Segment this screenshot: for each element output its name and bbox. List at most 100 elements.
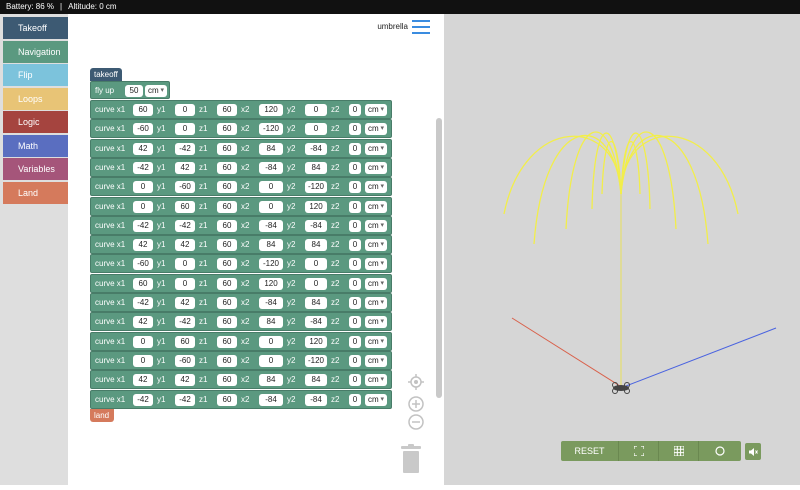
z2-field[interactable]: 0 xyxy=(349,316,361,329)
x2-field[interactable]: -84 xyxy=(259,297,283,309)
unit-dropdown[interactable]: cm xyxy=(365,393,387,406)
z2-field[interactable]: 0 xyxy=(349,239,361,252)
z1-field[interactable]: 60 xyxy=(217,258,237,271)
y2-field[interactable]: -120 xyxy=(305,354,327,367)
y1-field[interactable]: 42 xyxy=(175,374,195,387)
category-navigation[interactable]: Navigation xyxy=(3,40,68,63)
z2-field[interactable]: 0 xyxy=(349,277,361,290)
z2-field[interactable]: 0 xyxy=(349,219,361,232)
category-variables[interactable]: Variables xyxy=(3,158,68,180)
z1-field[interactable]: 60 xyxy=(217,200,237,213)
x1-field[interactable]: 0 xyxy=(133,335,153,348)
x1-field[interactable]: -42 xyxy=(133,219,153,232)
curve-block[interactable]: curve x1 -60 y1 0 z1 60 x2 -120 y2 0 z2 0 cm xyxy=(90,254,392,274)
x2-field[interactable]: -84 xyxy=(259,161,283,174)
curve-block[interactable]: curve x1 60 y1 0 z1 60 x2 120 y2 0 z2 0 cm xyxy=(90,100,392,119)
x2-field[interactable]: 0 xyxy=(259,335,283,348)
zoom-in-icon[interactable] xyxy=(408,396,424,412)
z2-field[interactable]: 0 xyxy=(349,335,361,348)
y2-field[interactable]: 84 xyxy=(305,239,327,252)
y1-field[interactable]: -42 xyxy=(175,142,195,155)
trash-icon[interactable] xyxy=(400,444,422,474)
grid-button[interactable] xyxy=(659,441,699,461)
x1-field[interactable]: -42 xyxy=(133,161,153,174)
z2-field[interactable]: 0 xyxy=(349,354,361,367)
x2-field[interactable]: -84 xyxy=(259,393,283,406)
workspace-scrollbar[interactable] xyxy=(436,118,442,398)
y2-field[interactable]: 0 xyxy=(305,258,327,271)
y1-field[interactable]: 42 xyxy=(175,161,195,174)
x1-field[interactable]: 42 xyxy=(133,374,153,387)
x2-field[interactable]: 84 xyxy=(259,316,283,329)
unit-dropdown[interactable]: cm xyxy=(365,258,387,271)
y1-field[interactable]: 60 xyxy=(175,335,195,348)
unit-dropdown[interactable]: cm xyxy=(365,354,387,367)
z1-field[interactable]: 60 xyxy=(217,393,237,406)
y2-field[interactable]: -84 xyxy=(305,393,327,406)
x2-field[interactable]: -120 xyxy=(259,123,283,136)
category-math[interactable]: Math xyxy=(3,134,68,157)
x2-field[interactable]: 0 xyxy=(259,200,283,213)
y1-field[interactable]: -42 xyxy=(175,316,195,329)
category-land[interactable]: Land xyxy=(3,181,68,204)
x1-field[interactable]: 42 xyxy=(133,239,153,252)
z1-field[interactable]: 60 xyxy=(217,161,237,174)
x1-field[interactable]: 60 xyxy=(133,277,153,290)
fly-up-unit-dropdown[interactable]: cm xyxy=(145,85,167,97)
unit-dropdown[interactable]: cm xyxy=(365,161,387,174)
y1-field[interactable]: 42 xyxy=(175,239,195,252)
y2-field[interactable]: 84 xyxy=(305,374,327,387)
x2-field[interactable]: 84 xyxy=(259,142,283,155)
z1-field[interactable]: 60 xyxy=(217,123,237,136)
y2-field[interactable]: -84 xyxy=(305,142,327,155)
unit-dropdown[interactable]: cm xyxy=(365,335,387,348)
z2-field[interactable]: 0 xyxy=(349,258,361,271)
z2-field[interactable]: 0 xyxy=(349,123,361,136)
x1-field[interactable]: 0 xyxy=(133,354,153,367)
y2-field[interactable]: 84 xyxy=(305,297,327,309)
fly-up-block[interactable]: fly up 50 cm xyxy=(90,81,170,99)
curve-block[interactable]: curve x1 0 y1 60 z1 60 x2 0 y2 120 z2 0 cm xyxy=(90,196,392,216)
x1-field[interactable]: -60 xyxy=(133,123,153,136)
z2-field[interactable]: 0 xyxy=(349,393,361,406)
blocks-workspace[interactable]: umbrella takeoff fly up 50 cm curve x1 60… xyxy=(68,14,444,485)
x1-field[interactable]: -42 xyxy=(133,297,153,309)
z1-field[interactable]: 60 xyxy=(217,316,237,329)
z1-field[interactable]: 60 xyxy=(217,239,237,252)
y1-field[interactable]: 0 xyxy=(175,258,195,271)
unit-dropdown[interactable]: cm xyxy=(365,181,387,194)
x1-field[interactable]: 60 xyxy=(133,104,153,116)
hamburger-menu-icon[interactable] xyxy=(412,20,430,34)
simulator-viewport[interactable] xyxy=(444,14,800,485)
curve-block[interactable]: curve x1 -42 y1 42 z1 60 x2 -84 y2 84 z2 0 cm xyxy=(90,157,392,177)
fullscreen-button[interactable] xyxy=(619,441,659,461)
sound-button[interactable] xyxy=(745,443,761,460)
z1-field[interactable]: 60 xyxy=(217,297,237,309)
unit-dropdown[interactable]: cm xyxy=(365,316,387,329)
unit-dropdown[interactable]: cm xyxy=(365,277,387,290)
y1-field[interactable]: -42 xyxy=(175,393,195,406)
x2-field[interactable]: 120 xyxy=(259,104,283,116)
x2-field[interactable]: 84 xyxy=(259,239,283,252)
y1-field[interactable]: -60 xyxy=(175,181,195,194)
curve-block[interactable]: curve x1 42 y1 42 z1 60 x2 84 y2 84 z2 0 cm xyxy=(90,370,392,390)
x1-field[interactable]: 42 xyxy=(133,142,153,155)
curve-block[interactable]: curve x1 42 y1 42 z1 60 x2 84 y2 84 z2 0 cm xyxy=(90,235,392,255)
curve-block[interactable]: curve x1 42 y1 -42 z1 60 x2 84 y2 -84 z2 0 cm xyxy=(90,312,392,332)
recenter-icon[interactable] xyxy=(408,374,424,390)
y1-field[interactable]: 0 xyxy=(175,123,195,136)
curve-block[interactable]: curve x1 -42 y1 42 z1 60 x2 -84 y2 84 z2 0 cm xyxy=(90,293,392,312)
z1-field[interactable]: 60 xyxy=(217,219,237,232)
y1-field[interactable]: 0 xyxy=(175,104,195,116)
y2-field[interactable]: -120 xyxy=(305,181,327,194)
curve-block[interactable]: curve x1 42 y1 -42 z1 60 x2 84 y2 -84 z2 0 cm xyxy=(90,138,392,158)
category-flip[interactable]: Flip xyxy=(3,64,68,86)
x1-field[interactable]: 42 xyxy=(133,316,153,329)
z2-field[interactable]: 0 xyxy=(349,161,361,174)
unit-dropdown[interactable]: cm xyxy=(365,297,387,309)
x1-field[interactable]: 0 xyxy=(133,181,153,194)
y2-field[interactable]: 0 xyxy=(305,123,327,136)
x2-field[interactable]: 0 xyxy=(259,181,283,194)
curve-block[interactable]: curve x1 0 y1 60 z1 60 x2 0 y2 120 z2 0 cm xyxy=(90,331,392,351)
unit-dropdown[interactable]: cm xyxy=(365,239,387,252)
